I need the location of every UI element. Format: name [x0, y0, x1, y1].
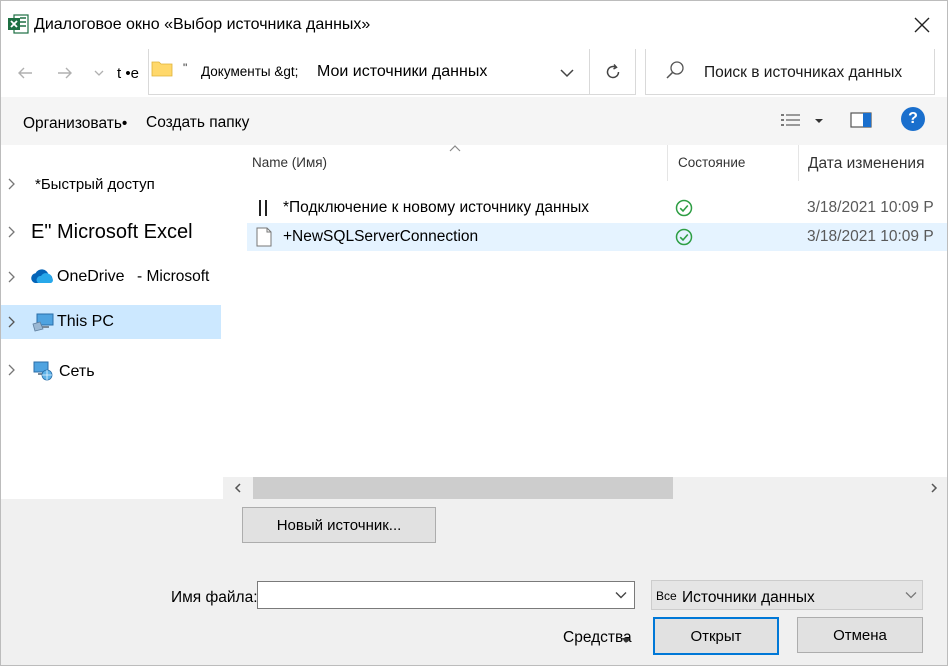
column-divider[interactable]: [667, 145, 668, 181]
file-name: +NewSQLServerConnection: [283, 228, 479, 245]
address-bar[interactable]: " Документы &gt; Мои источники данных: [148, 49, 590, 95]
search-placeholder: Поиск в источниках данных: [704, 64, 903, 81]
window-title: Диалоговое окно «Выбор источника данных»: [34, 16, 371, 33]
check-circle-icon: [675, 199, 693, 217]
breadcrumb-my-data-sources[interactable]: Мои источники данных: [317, 63, 487, 81]
nav-item-label: OneDrive: [57, 268, 125, 285]
file-type-value: Источники данных: [682, 589, 815, 606]
filename-label: Имя файла:: [171, 589, 258, 606]
chevron-right-icon[interactable]: [7, 314, 19, 330]
back-button[interactable]: [11, 59, 39, 87]
caret-down-icon: [621, 632, 631, 643]
up-button[interactable]: t •e: [117, 65, 139, 82]
forward-button[interactable]: [51, 59, 79, 87]
chevron-right-icon[interactable]: [7, 269, 19, 285]
file-date: 3/18/2021 10:09 P: [807, 199, 934, 216]
new-source-button[interactable]: Новый источник...: [242, 507, 436, 543]
sort-ascending-icon: [449, 145, 461, 152]
nav-item-onedrive[interactable]: OneDrive - Microsoft: [1, 260, 221, 294]
file-row-newsqlserverconnection[interactable]: +NewSQLServerConnection 3/18/2021 10:09 …: [247, 223, 947, 251]
data-source-dialog: Диалоговое окно «Выбор источника данных»…: [0, 0, 948, 666]
excel-icon: [7, 13, 29, 35]
chevron-down-icon: [904, 588, 918, 602]
nav-item-this-pc[interactable]: This PC: [1, 305, 221, 339]
document-icon: [255, 227, 273, 247]
new-folder-button[interactable]: Создать папку: [146, 114, 249, 132]
nav-item-microsoft-excel[interactable]: E" Microsoft Excel: [1, 215, 221, 249]
chevron-down-icon: [94, 70, 104, 76]
file-name: *Подключение к новому источнику данных: [283, 199, 590, 216]
network-icon: [31, 359, 53, 386]
file-type-prefix: Все: [656, 589, 677, 603]
arrow-left-icon: [18, 67, 32, 79]
scrollbar-thumb[interactable]: [253, 477, 673, 499]
navigation-pane: *Быстрый доступ E" Microsoft Excel OneDr…: [1, 145, 223, 499]
close-icon: [914, 17, 930, 33]
horizontal-scrollbar[interactable]: [223, 477, 947, 499]
address-dropdown-button[interactable]: [553, 61, 581, 85]
nav-item-label: Сеть: [59, 363, 95, 380]
nav-item-label: *Быстрый доступ: [35, 176, 155, 193]
help-icon: ?: [908, 110, 918, 127]
dialog-footer: Новый источник... Имя файла: Все Источни…: [1, 499, 947, 665]
column-header-status[interactable]: Состояние: [678, 155, 745, 170]
this-pc-icon: [31, 312, 55, 337]
column-divider[interactable]: [798, 145, 799, 181]
breadcrumb-documents[interactable]: Документы &gt;: [201, 64, 298, 79]
chevron-right-icon[interactable]: [7, 224, 19, 240]
help-button[interactable]: ?: [901, 107, 925, 131]
toolbar: Организовать• Создать папку ?: [1, 97, 947, 145]
file-type-select[interactable]: Все Источники данных: [651, 580, 923, 610]
caret-down-icon: [815, 119, 823, 123]
file-date: 3/18/2021 10:09 P: [807, 228, 934, 245]
file-list: Name (Имя) Состояние Дата изменения *Под…: [223, 145, 947, 477]
organize-button[interactable]: Организовать•: [23, 115, 127, 133]
preview-pane-button[interactable]: [849, 109, 873, 131]
nav-item-label-suffix: - Microsoft: [137, 268, 210, 285]
nav-item-quick-access[interactable]: *Быстрый доступ: [1, 167, 221, 201]
onedrive-cloud-icon: [29, 268, 55, 289]
search-box[interactable]: Поиск в источниках данных: [645, 49, 935, 95]
close-button[interactable]: [899, 7, 945, 43]
chevron-right-icon: [931, 483, 938, 493]
cancel-button[interactable]: Отмена: [797, 617, 923, 653]
pause-bars-icon: [255, 198, 273, 218]
column-header-name[interactable]: Name (Имя): [252, 155, 327, 170]
open-button[interactable]: Открыт: [653, 617, 779, 655]
nav-item-label: This PC: [57, 313, 114, 330]
nav-item-label: E" Microsoft Excel: [31, 221, 193, 243]
scroll-left-button[interactable]: [231, 481, 245, 495]
address-row: t •e " Документы &gt; Мои источники данн…: [1, 49, 947, 97]
chevron-right-icon[interactable]: [7, 362, 19, 378]
title-bar: Диалоговое окно «Выбор источника данных»: [1, 1, 947, 49]
details-view-icon: [781, 114, 800, 126]
folder-icon: [151, 57, 173, 79]
chevron-left-icon: [234, 483, 241, 493]
recent-locations-button[interactable]: [87, 59, 111, 87]
column-header-date[interactable]: Дата изменения: [808, 155, 924, 173]
check-circle-icon: [675, 228, 693, 246]
chevron-right-icon[interactable]: [7, 176, 19, 192]
change-view-button[interactable]: [779, 109, 825, 133]
nav-item-network[interactable]: Сеть: [1, 353, 221, 387]
refresh-button[interactable]: [590, 49, 636, 95]
filename-input[interactable]: [257, 581, 635, 609]
file-row-new-connection[interactable]: *Подключение к новому источнику данных 3…: [247, 194, 947, 222]
arrow-right-icon: [58, 67, 72, 79]
address-separator: ": [183, 61, 188, 75]
search-icon: [664, 60, 686, 82]
refresh-icon: [606, 63, 619, 78]
chevron-down-icon: [560, 69, 574, 78]
preview-pane-icon: [850, 112, 872, 128]
scroll-right-button[interactable]: [927, 481, 941, 495]
